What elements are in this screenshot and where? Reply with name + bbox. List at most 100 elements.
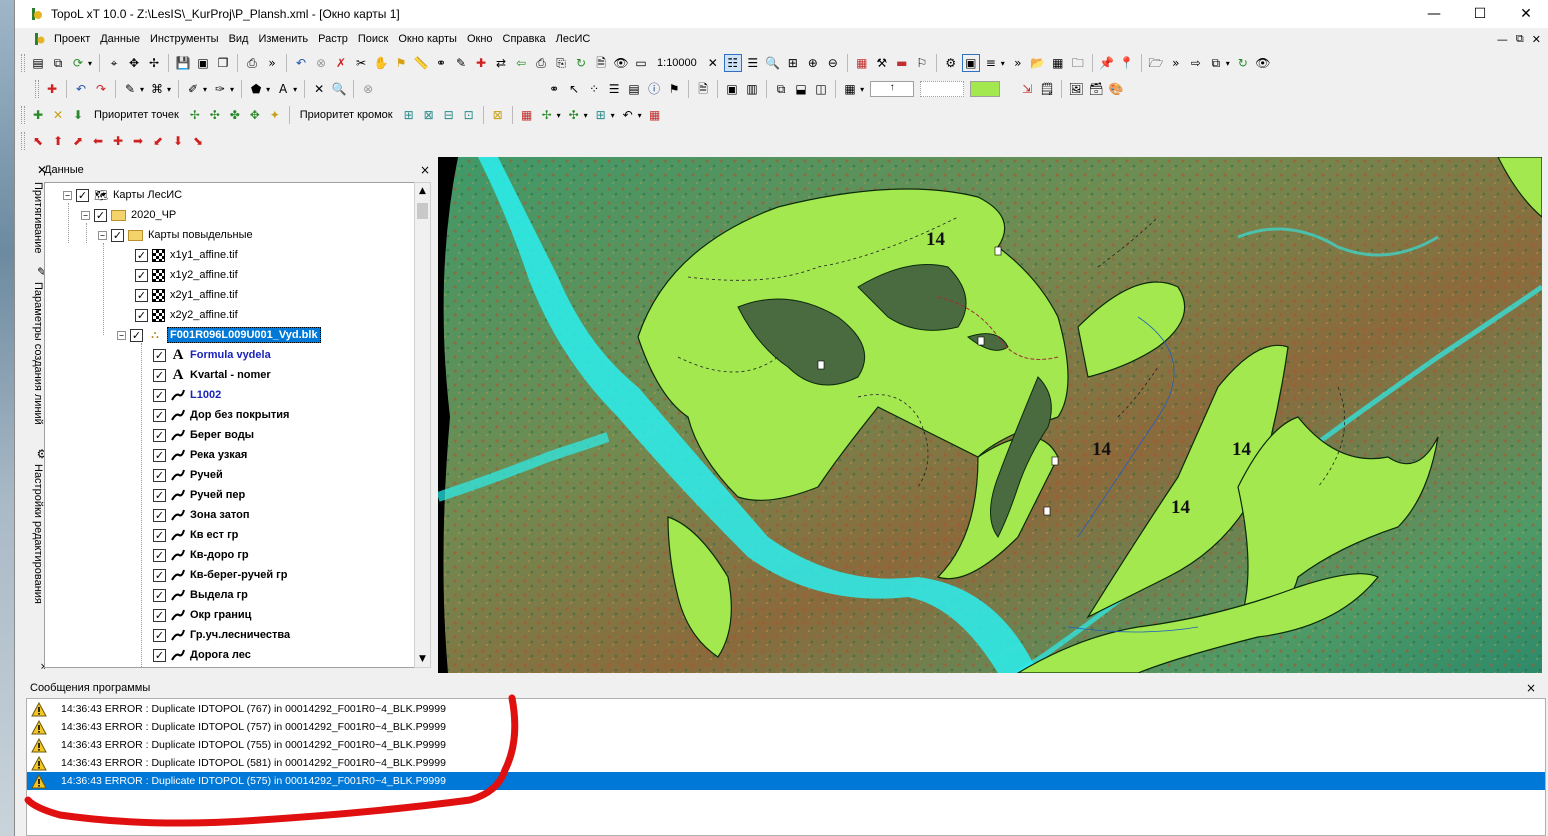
minimize-button[interactable]: — xyxy=(1411,0,1457,28)
binoculars-icon[interactable]: ⚭ xyxy=(433,55,449,71)
globe-refresh-icon[interactable]: ⟳ xyxy=(70,55,86,71)
tree-root[interactable]: − ✓ 🗺 Карты ЛесИС xyxy=(63,185,182,205)
color-grid-icon[interactable]: ▦ xyxy=(854,55,870,71)
cross-tool-icon[interactable]: ✕ xyxy=(311,81,327,97)
tree-block[interactable]: − ✓ ⛬ F001R096L009U001_Vyd.blk xyxy=(117,325,321,345)
edge-3-icon[interactable]: ⊟ xyxy=(441,107,457,123)
overflow-chevron-icon[interactable]: » xyxy=(264,55,280,71)
scroll-up-icon[interactable]: ▲ xyxy=(415,183,430,199)
pan-hand-icon[interactable]: ✋ xyxy=(373,55,389,71)
checkbox[interactable]: ✓ xyxy=(153,508,166,522)
layers-icon[interactable]: ▤ xyxy=(30,55,46,71)
scale-bar-icon[interactable]: ▭ xyxy=(633,55,649,71)
message-row[interactable]: 14:36:43 ERROR : Duplicate IDTOPOL (755)… xyxy=(27,736,1545,754)
stop-icon[interactable]: ⊗ xyxy=(313,55,329,71)
cascade-icon[interactable]: ⧉ xyxy=(773,81,789,97)
edge-1-icon[interactable]: ⊞ xyxy=(401,107,417,123)
menu-map-window[interactable]: Окно карты xyxy=(393,33,462,45)
mdi-minimize-button[interactable]: — xyxy=(1497,33,1508,46)
undo-2-icon[interactable]: ↶ xyxy=(73,81,89,97)
add-point-icon[interactable]: ✚ xyxy=(473,55,489,71)
draw-line-icon[interactable]: ✐ xyxy=(185,81,201,97)
image-icon[interactable]: 🖼 xyxy=(1068,81,1084,97)
zoom-in-icon[interactable]: ⊕ xyxy=(805,55,821,71)
save-icon[interactable]: 💾 xyxy=(175,55,191,71)
mdi-restore-button[interactable]: ⧉ xyxy=(1516,32,1524,46)
message-row[interactable]: 14:36:43 ERROR : Duplicate IDTOPOL (581)… xyxy=(27,754,1545,772)
text-tool-icon[interactable]: A xyxy=(275,81,291,97)
forward-arrow-icon[interactable]: ⇨ xyxy=(1188,55,1204,71)
picture-icon[interactable]: 🗃 xyxy=(1088,81,1104,97)
close-button[interactable]: ✕ xyxy=(1503,0,1548,28)
line-style-field[interactable] xyxy=(920,81,965,97)
node-edit-icon[interactable]: ⌖ xyxy=(106,55,122,71)
tab-edit-settings[interactable]: Настройки редактирования xyxy=(32,464,44,604)
tree-layer[interactable]: ✓ Ручей xyxy=(153,465,223,485)
collapse-icon[interactable]: − xyxy=(63,190,72,200)
tool-a-icon[interactable]: ✢ xyxy=(539,107,555,123)
back-arrow-icon[interactable]: ⇦ xyxy=(513,55,529,71)
map-tool-icon[interactable]: ▦ xyxy=(519,107,535,123)
arrow-se-icon[interactable]: ⬊ xyxy=(190,133,206,149)
copy-map-icon[interactable]: ⎘ xyxy=(553,55,569,71)
message-row[interactable]: 14:36:43 ERROR : Duplicate IDTOPOL (757)… xyxy=(27,718,1545,736)
checkbox[interactable]: ✓ xyxy=(153,548,166,562)
menu-window[interactable]: Окно xyxy=(462,33,498,45)
open-folder-icon[interactable]: 📂 xyxy=(1030,55,1046,71)
raster-tool-icon[interactable]: ▦ xyxy=(647,107,663,123)
copy-layer-icon[interactable]: ⧉ xyxy=(50,55,66,71)
info-icon[interactable]: ⓘ xyxy=(646,81,662,97)
tab-line-params[interactable]: Параметры создания линий xyxy=(32,282,44,425)
menu-view[interactable]: Вид xyxy=(224,33,254,45)
menu-lesis[interactable]: ЛесИС xyxy=(551,33,596,45)
checkbox[interactable]: ✓ xyxy=(153,348,166,362)
swap-icon[interactable]: ⇄ xyxy=(493,55,509,71)
snap-node-4-icon[interactable]: ✥ xyxy=(247,107,263,123)
edge-priority-button[interactable]: Приоритет кромок xyxy=(300,109,393,121)
eye-icon[interactable]: 👁 xyxy=(613,55,629,71)
checkbox[interactable]: ✓ xyxy=(153,568,166,582)
tool-b-icon[interactable]: ✣ xyxy=(566,107,582,123)
menu-edit[interactable]: Изменить xyxy=(253,33,313,45)
tree-layer[interactable]: ✓ Берег воды xyxy=(153,425,254,445)
tile-h-icon[interactable]: ⬓ xyxy=(793,81,809,97)
arrow-left-icon[interactable]: ⬅ xyxy=(90,133,106,149)
measure-icon[interactable]: 📏 xyxy=(413,55,429,71)
draw-curve-icon[interactable]: ✑ xyxy=(212,81,228,97)
document-icon[interactable]: 🗎 xyxy=(593,55,609,71)
checkbox[interactable]: ✓ xyxy=(153,408,166,422)
tool-c-icon[interactable]: ⊞ xyxy=(593,107,609,123)
snap-cross-icon[interactable]: ✕ xyxy=(50,107,66,123)
checkbox[interactable]: ✓ xyxy=(153,608,166,622)
edge-2-icon[interactable]: ⊠ xyxy=(421,107,437,123)
tree-layer[interactable]: ✓ Дор без покрытия xyxy=(153,405,289,425)
overflow-chevron-3-icon[interactable]: » xyxy=(1168,55,1184,71)
checkbox[interactable]: ✓ xyxy=(135,288,148,302)
arrow-sw-icon[interactable]: ⬋ xyxy=(150,133,166,149)
copy-pages-icon[interactable]: ⧉ xyxy=(1208,55,1224,71)
zoom-window-icon[interactable]: ⊞ xyxy=(785,55,801,71)
refresh-icon[interactable]: ↻ xyxy=(573,55,589,71)
tree-layer[interactable]: ✓ Дорога лес xyxy=(153,645,251,665)
snap-node-1-icon[interactable]: ✢ xyxy=(187,107,203,123)
arrow-ne-icon[interactable]: ⬈ xyxy=(70,133,86,149)
tree-raster[interactable]: ✓ x1y2_affine.tif xyxy=(135,265,238,285)
redo-icon[interactable]: ↷ xyxy=(93,81,109,97)
arrow-down-icon[interactable]: ⬇ xyxy=(170,133,186,149)
maximize-button[interactable]: ☐ xyxy=(1457,0,1503,28)
tool-icon[interactable]: ⚒ xyxy=(874,55,890,71)
arrow-up-icon[interactable]: ⬆ xyxy=(50,133,66,149)
export-red-icon[interactable]: ⇲ xyxy=(1019,81,1035,97)
collapse-icon[interactable]: − xyxy=(98,230,107,240)
folder-icon[interactable]: 🗁 xyxy=(1148,55,1164,71)
point-priority-button[interactable]: Приоритет точек xyxy=(94,109,179,121)
checkbox[interactable]: ✓ xyxy=(111,228,124,242)
collapse-icon[interactable]: − xyxy=(117,330,126,340)
fill-color-field[interactable] xyxy=(970,81,1001,97)
polygon-fill-icon[interactable]: ⬟ xyxy=(248,81,264,97)
center-cross-icon[interactable]: ✚ xyxy=(110,133,126,149)
arrow-nw-icon[interactable]: ⬉ xyxy=(30,133,46,149)
message-row-selected[interactable]: 14:36:43 ERROR : Duplicate IDTOPOL (575)… xyxy=(27,772,1545,790)
checkbox[interactable]: ✓ xyxy=(153,588,166,602)
menu-raster[interactable]: Растр xyxy=(313,33,353,45)
